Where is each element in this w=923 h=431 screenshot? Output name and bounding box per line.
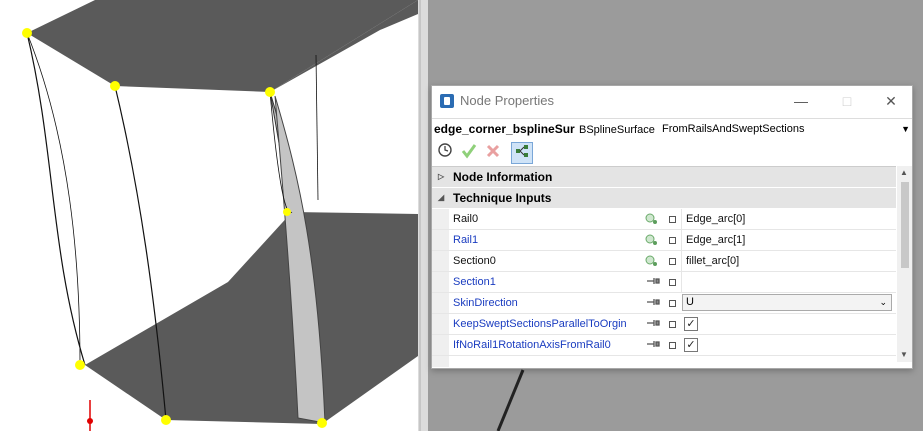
vertex-marker[interactable] <box>161 415 171 425</box>
property-name: Section0 <box>453 255 496 267</box>
input-row-rail0[interactable]: Rail0 Edge_arc[0] <box>432 209 896 230</box>
property-value[interactable] <box>681 272 895 292</box>
chevron-down-icon: ▼ <box>901 124 910 134</box>
cancel-x-icon[interactable] <box>483 142 503 162</box>
minimize-button[interactable]: — <box>788 90 814 112</box>
toolbar <box>432 140 912 164</box>
input-row-partial[interactable] <box>432 356 896 367</box>
section-technique-inputs[interactable]: ◢ Technique Inputs <box>432 188 896 209</box>
vertical-scrollbar[interactable]: ▲ ▼ <box>897 166 912 362</box>
vertex-marker[interactable] <box>110 81 120 91</box>
scroll-thumb[interactable] <box>901 182 909 268</box>
property-value[interactable]: Edge_arc[0] <box>681 209 895 229</box>
node-type: BSplineSurface <box>579 124 655 136</box>
node-properties-dialog: Node Properties — □ ✕ edge_corner_bsplin… <box>431 85 913 369</box>
input-row-section0[interactable]: Section0 fillet_arc[0] <box>432 251 896 272</box>
input-row-ifnorail1[interactable]: IfNoRail1RotationAxisFromRail0 ✓ <box>432 335 896 356</box>
skin-direction-select[interactable]: U ⌄ <box>682 294 892 311</box>
pin-icon[interactable] <box>641 293 665 313</box>
property-value[interactable]: fillet_arc[0] <box>681 251 895 271</box>
node-header: edge_corner_bsplineSur BSplineSurface Fr… <box>432 118 912 141</box>
pin-icon[interactable] <box>641 314 665 334</box>
input-row-keepswept[interactable]: KeepSweptSectionsParallelToOrgin ✓ <box>432 314 896 335</box>
link-input-icon[interactable] <box>641 230 665 250</box>
checkbox-checked[interactable]: ✓ <box>684 338 698 352</box>
input-row-skindirection[interactable]: SkinDirection U ⌄ <box>432 293 896 314</box>
property-name: KeepSweptSectionsParallelToOrgin <box>453 318 627 330</box>
section-node-information[interactable]: ▷ Node Information <box>432 167 896 188</box>
pin-icon[interactable] <box>641 272 665 292</box>
checkbox-checked[interactable]: ✓ <box>684 317 698 331</box>
property-name: Section1 <box>453 276 496 288</box>
input-row-section1[interactable]: Section1 <box>432 272 896 293</box>
title-bar[interactable]: Node Properties — □ ✕ <box>432 86 912 116</box>
scroll-down-icon[interactable]: ▼ <box>900 350 908 359</box>
scroll-up-icon[interactable]: ▲ <box>900 168 908 177</box>
app-icon <box>440 94 454 108</box>
chevron-down-icon: ⌄ <box>879 297 887 307</box>
vertex-marker[interactable] <box>22 28 32 38</box>
expand-arrow-icon[interactable]: ▷ <box>438 167 444 187</box>
node-name[interactable]: edge_corner_bsplineSur <box>434 122 575 136</box>
vertex-marker[interactable] <box>317 418 327 428</box>
property-name: IfNoRail1RotationAxisFromRail0 <box>453 339 611 351</box>
vertex-marker[interactable] <box>283 208 291 216</box>
vertex-marker[interactable] <box>265 87 275 97</box>
technique-dropdown[interactable]: FromRailsAndSweptSections ▼ <box>658 120 912 139</box>
property-grid: ▷ Node Information ◢ Technique Inputs Ra… <box>432 166 896 367</box>
property-name: Rail1 <box>453 234 479 246</box>
pin-icon[interactable] <box>641 335 665 355</box>
maximize-button[interactable]: □ <box>834 90 860 112</box>
property-value[interactable]: Edge_arc[1] <box>681 230 895 250</box>
history-icon[interactable] <box>435 142 455 162</box>
property-name: Rail0 <box>453 213 479 225</box>
window-title: Node Properties <box>460 93 554 108</box>
technique-value: FromRailsAndSweptSections <box>662 123 805 135</box>
input-row-rail1[interactable]: Rail1 Edge_arc[1] <box>432 230 896 251</box>
apply-check-icon[interactable] <box>459 142 479 162</box>
link-input-icon[interactable] <box>641 251 665 271</box>
collapse-arrow-icon[interactable]: ◢ <box>438 188 444 208</box>
vertex-marker[interactable] <box>75 360 85 370</box>
dependency-graph-icon[interactable] <box>511 142 533 164</box>
property-name: SkinDirection <box>453 297 518 309</box>
link-input-icon[interactable] <box>641 209 665 229</box>
close-button[interactable]: ✕ <box>878 90 904 112</box>
